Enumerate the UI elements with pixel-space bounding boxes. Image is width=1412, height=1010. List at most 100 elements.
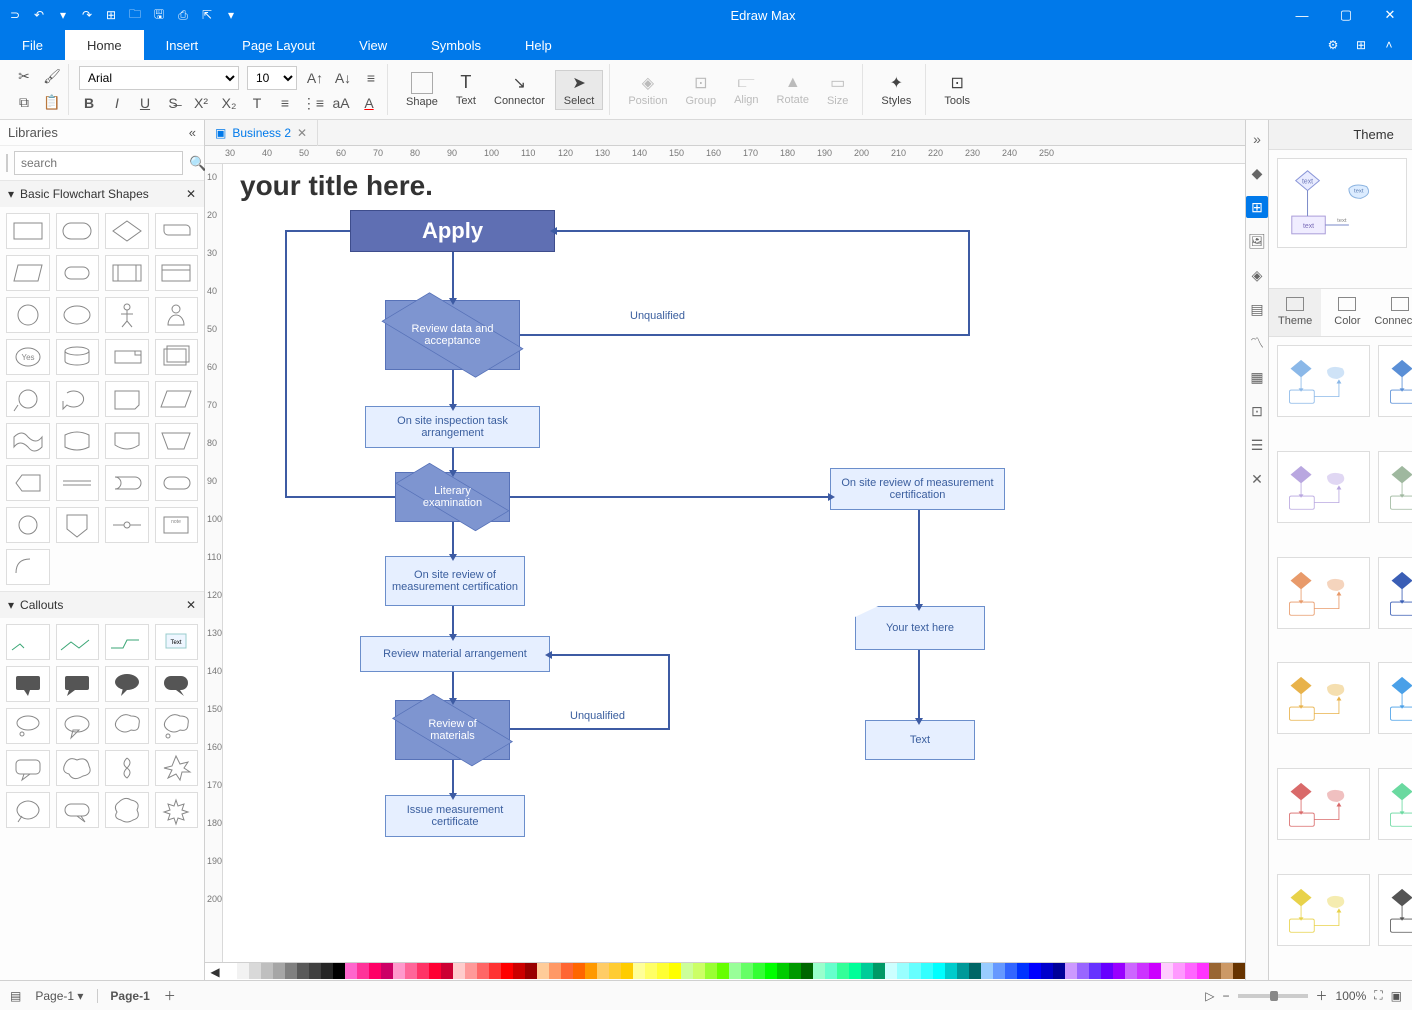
palette-left-icon[interactable]: ◀ (205, 963, 225, 980)
text-button[interactable]: TText (448, 70, 484, 109)
font-size-select[interactable]: 10 (247, 66, 297, 90)
position-button[interactable]: ◈Position (620, 71, 675, 109)
shape-item[interactable] (155, 255, 199, 291)
shape-item[interactable] (56, 666, 100, 702)
page[interactable]: your title here. Apply Review data and a… (230, 170, 1050, 930)
export-icon[interactable]: ⇱ (198, 6, 216, 24)
select-button[interactable]: ➤Select (555, 70, 604, 110)
color-swatch[interactable] (1029, 963, 1041, 979)
theme-item[interactable] (1378, 662, 1412, 734)
close-tab-icon[interactable]: ✕ (297, 126, 307, 140)
color-swatch[interactable] (609, 963, 621, 979)
shape-item[interactable] (56, 381, 100, 417)
shape-item[interactable] (105, 750, 149, 786)
shape-item[interactable] (56, 624, 100, 660)
color-swatch[interactable] (729, 963, 741, 979)
color-swatch[interactable] (693, 963, 705, 979)
color-swatch[interactable] (645, 963, 657, 979)
color-swatch[interactable] (1197, 963, 1209, 979)
color-swatch[interactable] (801, 963, 813, 979)
color-swatch[interactable] (333, 963, 345, 979)
color-swatch[interactable] (861, 963, 873, 979)
underline-icon[interactable]: U (135, 93, 155, 113)
color-swatch[interactable] (417, 963, 429, 979)
qat-more-icon[interactable]: ▾ (222, 6, 240, 24)
color-swatch[interactable] (285, 963, 297, 979)
color-swatch[interactable] (921, 963, 933, 979)
shape-item[interactable] (6, 255, 50, 291)
theme-item[interactable] (1378, 451, 1412, 523)
copy-icon[interactable]: ⧉ (14, 92, 34, 112)
color-swatch[interactable] (477, 963, 489, 979)
color-swatch[interactable] (405, 963, 417, 979)
theme-tool-icon[interactable]: ⊞ (1246, 196, 1268, 218)
minimize-button[interactable]: — (1280, 0, 1324, 30)
color-swatch[interactable] (933, 963, 945, 979)
font-color-icon[interactable]: A (359, 93, 379, 113)
close-section-icon[interactable]: ✕ (186, 187, 196, 201)
tab-page-layout[interactable]: Page Layout (220, 30, 337, 60)
color-swatch[interactable] (1101, 963, 1113, 979)
shape-item[interactable] (56, 708, 100, 744)
theme-item[interactable] (1378, 768, 1412, 840)
paste-icon[interactable]: 📋 (42, 92, 62, 112)
theme-item[interactable] (1277, 662, 1370, 734)
color-swatch[interactable] (1149, 963, 1161, 979)
color-swatch[interactable] (249, 963, 261, 979)
line-spacing-icon[interactable]: ≡ (275, 93, 295, 113)
font-family-select[interactable]: Arial (79, 66, 239, 90)
tab-home[interactable]: Home (65, 30, 144, 60)
tab-insert[interactable]: Insert (144, 30, 221, 60)
page-dropdown[interactable]: Page-1 ▾ (35, 989, 83, 1003)
bullets-icon[interactable]: ⋮≡ (303, 93, 323, 113)
shape-item[interactable] (155, 297, 199, 333)
collapse-ribbon-icon[interactable]: ˄ (1380, 36, 1398, 54)
color-swatch[interactable] (381, 963, 393, 979)
color-swatch[interactable] (1065, 963, 1077, 979)
color-swatch[interactable] (765, 963, 777, 979)
color-swatch[interactable] (393, 963, 405, 979)
theme-item[interactable] (1277, 768, 1370, 840)
color-swatch[interactable] (1221, 963, 1233, 979)
shape-item[interactable] (105, 507, 149, 543)
color-swatch[interactable] (1053, 963, 1065, 979)
cat-theme[interactable]: Theme (1269, 289, 1321, 336)
zoom-out-button[interactable]: − (1223, 989, 1230, 1003)
collapse-libraries-icon[interactable]: « (189, 125, 196, 140)
color-swatch[interactable] (717, 963, 729, 979)
color-swatch[interactable] (513, 963, 525, 979)
color-swatch[interactable] (1173, 963, 1185, 979)
color-swatch[interactable] (261, 963, 273, 979)
increase-font-icon[interactable]: A↑ (305, 68, 325, 88)
color-swatch[interactable] (705, 963, 717, 979)
cat-color[interactable]: Color (1321, 289, 1373, 336)
color-swatch[interactable] (585, 963, 597, 979)
color-swatch[interactable] (1113, 963, 1125, 979)
color-swatch[interactable] (273, 963, 285, 979)
cat-connector[interactable]: Connector (1374, 289, 1412, 336)
color-swatch[interactable] (681, 963, 693, 979)
shape-item[interactable] (155, 213, 199, 249)
color-swatch[interactable] (1005, 963, 1017, 979)
table-tool-icon[interactable]: ▦ (1246, 366, 1268, 388)
color-swatch[interactable] (897, 963, 909, 979)
shape-item[interactable] (56, 750, 100, 786)
print-icon[interactable]: ⎙ (174, 6, 192, 24)
color-swatch[interactable] (1077, 963, 1089, 979)
shape-item[interactable] (155, 792, 199, 828)
shape-item[interactable] (105, 624, 149, 660)
shape-item[interactable] (6, 708, 50, 744)
canvas[interactable]: 1020304050607080901001101201301401501601… (205, 164, 1245, 962)
app-logo-icon[interactable]: ⊃ (6, 6, 24, 24)
image-tool-icon[interactable]: 🖼 (1246, 230, 1268, 252)
shape-item[interactable] (155, 666, 199, 702)
color-swatch[interactable] (1125, 963, 1137, 979)
color-swatch[interactable] (753, 963, 765, 979)
shape-item[interactable] (56, 792, 100, 828)
maximize-button[interactable]: ▢ (1324, 0, 1368, 30)
color-swatch[interactable] (981, 963, 993, 979)
color-swatch[interactable] (501, 963, 513, 979)
shape-item[interactable] (105, 792, 149, 828)
shape-item[interactable] (105, 255, 149, 291)
shape-item[interactable] (105, 465, 149, 501)
